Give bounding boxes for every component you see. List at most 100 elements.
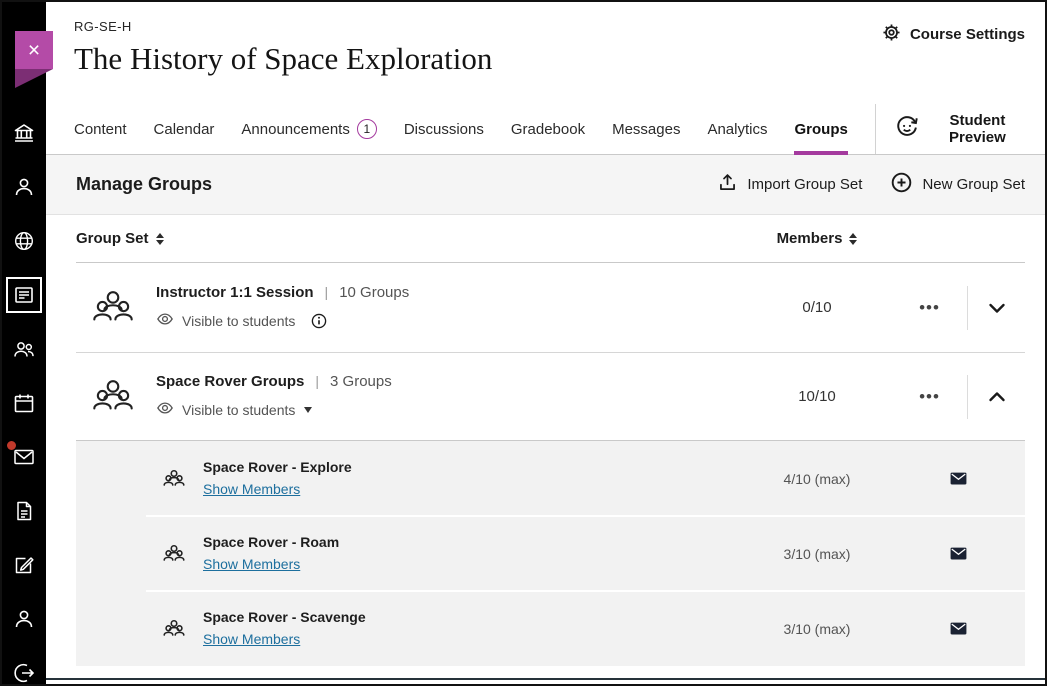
page-title: Manage Groups [76,174,212,195]
group-set-row: Instructor 1:1 Session | 10 Groups Visib… [76,263,1025,353]
course-tab-bar: Content Calendar Announcements 1 Discuss… [46,104,1045,155]
tab-messages[interactable]: Messages [612,104,680,154]
group-set-people-icon [90,285,136,331]
grades-icon[interactable] [12,499,36,523]
import-group-set-button[interactable]: Import Group Set [717,172,862,197]
group-set-people-icon [90,374,136,420]
member-count: 0/10 [742,299,892,316]
manage-groups-bar: Manage Groups Import Group Set New Group… [46,155,1045,215]
visibility-control[interactable]: Visible to students [182,313,295,329]
message-group-button[interactable] [949,544,968,563]
groups-table: Group Set Members Instr [46,215,1045,666]
subgroup-people-icon [162,617,186,641]
show-members-link[interactable]: Show Members [203,556,300,572]
account-icon[interactable] [12,607,36,631]
student-preview-button[interactable]: Student Preview [875,104,1045,154]
messages-icon[interactable] [12,445,36,469]
next-section-edge [46,678,1045,680]
group-set-info: Space Rover Groups | 3 Groups Visible to… [156,373,742,420]
courses-icon[interactable] [12,283,36,307]
show-members-link[interactable]: Show Members [203,631,300,647]
student-preview-label: Student Preview [930,112,1025,146]
members-column-label: Members [777,230,843,247]
group-set-column-label: Group Set [76,230,149,247]
caret-down-icon [304,407,312,413]
calendar-icon[interactable] [12,391,36,415]
separator: | [315,373,319,389]
eye-icon [156,310,174,331]
import-group-set-label: Import Group Set [747,176,862,193]
tab-gradebook[interactable]: Gradebook [511,104,585,154]
visibility-dropdown[interactable]: Visible to students [182,402,312,418]
subgroup-member-count: 4/10 (max) [742,471,892,487]
globe-icon[interactable] [12,229,36,253]
tab-discussions[interactable]: Discussions [404,104,484,154]
people-icon[interactable] [12,337,36,361]
show-members-link[interactable]: Show Members [203,481,300,497]
visibility-label: Visible to students [182,402,295,418]
subgroup-name: Space Rover - Scavenge [203,609,366,625]
overflow-menu-button[interactable]: ••• [892,387,967,407]
subgroup-list: Space Rover - Explore Show Members 4/10 … [76,441,1025,666]
member-count: 10/10 [742,388,892,405]
tab-calendar[interactable]: Calendar [154,104,215,154]
separator: | [325,284,329,300]
global-sidebar [2,2,46,684]
announcements-count-badge: 1 [357,119,377,139]
group-set-info: Instructor 1:1 Session | 10 Groups Visib… [156,284,742,331]
sort-arrows-icon [156,233,164,245]
group-set-row: Space Rover Groups | 3 Groups Visible to… [76,353,1025,441]
collapse-chevron-up-button[interactable] [968,385,1025,409]
group-count: 10 Groups [339,284,409,301]
bank-icon[interactable] [12,121,36,145]
app-window: × RG-SE-H The History of Space Explorati… [0,0,1047,686]
main-panel: RG-SE-H The History of Space Exploration… [46,2,1045,684]
plus-circle-icon [890,171,913,198]
tab-analytics[interactable]: Analytics [707,104,767,154]
student-preview-icon [894,114,920,144]
subgroup-people-icon [162,542,186,566]
subgroup-row: Space Rover - Roam Show Members 3/10 (ma… [76,516,1025,591]
gear-icon [881,22,902,47]
tab-groups[interactable]: Groups [794,104,847,154]
upload-icon [717,172,738,197]
visibility-label: Visible to students [182,313,295,329]
table-header-row: Group Set Members [76,215,1025,263]
close-course-button[interactable]: × [15,31,53,69]
sort-arrows-icon [849,233,857,245]
course-settings-label: Course Settings [910,26,1025,43]
expand-chevron-down-button[interactable] [968,296,1025,320]
group-count: 3 Groups [330,373,392,390]
new-group-set-label: New Group Set [922,176,1025,193]
subgroup-member-count: 3/10 (max) [742,546,892,562]
message-group-button[interactable] [949,469,968,488]
subgroup-people-icon [162,467,186,491]
ribbon-fold [15,69,53,88]
subgroup-row: Space Rover - Explore Show Members 4/10 … [76,441,1025,516]
eye-icon [156,399,174,420]
overflow-menu-button[interactable]: ••• [892,298,967,318]
envelope-icon [949,619,968,638]
profile-icon[interactable] [12,175,36,199]
tab-content[interactable]: Content [74,104,127,154]
new-group-set-button[interactable]: New Group Set [890,171,1025,198]
unread-badge [6,440,17,451]
envelope-icon [949,544,968,563]
edit-icon[interactable] [12,553,36,577]
info-icon[interactable] [310,312,328,330]
subgroup-member-count: 3/10 (max) [742,621,892,637]
course-header: RG-SE-H The History of Space Exploration… [46,2,1045,104]
manage-actions: Import Group Set New Group Set [717,171,1025,198]
message-group-button[interactable] [949,619,968,638]
course-settings-button[interactable]: Course Settings [881,22,1025,47]
tab-announcements[interactable]: Announcements 1 [241,104,376,154]
subgroup-name: Space Rover - Roam [203,534,339,550]
signout-icon[interactable] [12,661,36,685]
group-set-name: Space Rover Groups [156,373,304,390]
envelope-icon [949,469,968,488]
sort-members-header[interactable]: Members [777,230,858,247]
sort-group-set-header[interactable]: Group Set [76,230,742,247]
group-set-name: Instructor 1:1 Session [156,284,314,301]
subgroup-row: Space Rover - Scavenge Show Members 3/10… [76,591,1025,666]
close-icon: × [28,40,40,61]
